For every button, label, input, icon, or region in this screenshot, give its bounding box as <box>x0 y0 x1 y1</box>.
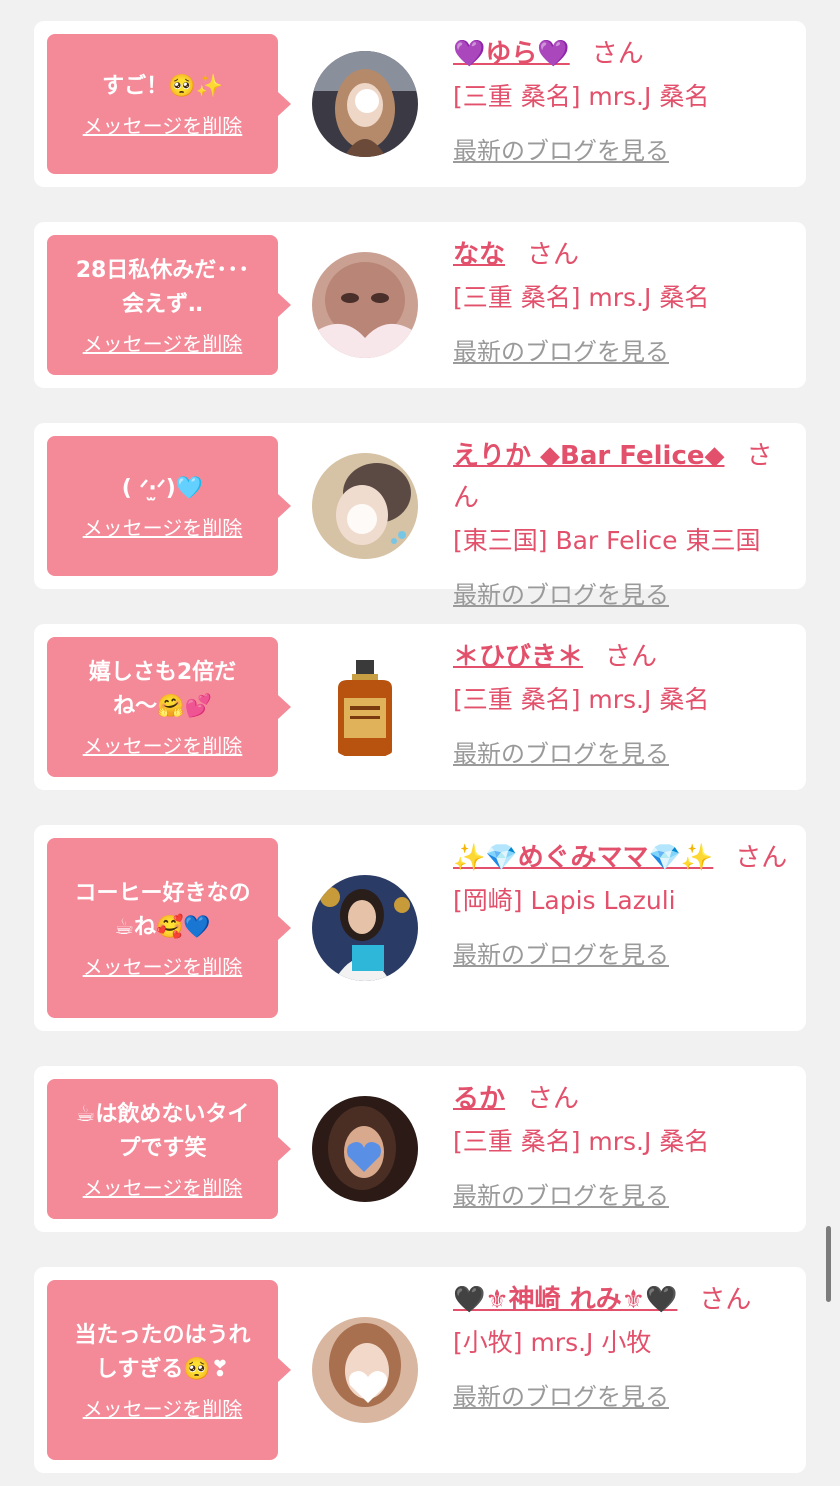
name-line: 🖤⚜神崎 れみ⚜🖤 さん <box>453 1279 790 1321</box>
delete-message-link[interactable]: メッセージを削除 <box>83 730 243 759</box>
san-label: さん <box>527 1084 580 1114</box>
delete-message-link[interactable]: メッセージを削除 <box>83 512 243 541</box>
delete-message-link[interactable]: メッセージを削除 <box>83 1172 243 1201</box>
message-text: すご！🥺✨ <box>102 73 223 99</box>
cast-info: 🖤⚜神崎 れみ⚜🖤 さん [小牧] mrs.J 小牧 最新のブログを見る <box>453 1279 790 1412</box>
message-text: 28日私休みだ･･･ 会えず‥ <box>75 257 250 317</box>
name-line: なな さん <box>453 234 790 276</box>
san-label: さん <box>699 1285 752 1315</box>
cast-name-link[interactable]: 💜ゆら💜 <box>453 39 570 69</box>
message-card: ☕は飲めないタイ プです笑 メッセージを削除 るか さん [三重 桑名] mrs.… <box>34 1066 806 1232</box>
shop-label: [岡崎] Lapis Lazuli <box>453 886 676 915</box>
shop-label: [東三国] Bar Felice 東三国 <box>453 526 761 555</box>
cast-info: ✨💎めぐみママ💎✨ さん [岡崎] Lapis Lazuli 最新のブログを見る <box>453 837 790 970</box>
delete-message-link[interactable]: メッセージを削除 <box>83 328 243 357</box>
message-card: すご！🥺✨ メッセージを削除 💜ゆら💜 さん [三重 桑名] mrs.J 桑名 最… <box>34 21 806 187</box>
whisky-bottle-icon[interactable] <box>312 654 418 760</box>
san-label: さん <box>735 843 788 873</box>
shop-label: [三重 桑名] mrs.J 桑名 <box>453 1127 710 1156</box>
latest-blog-link[interactable]: 最新のブログを見る <box>453 332 669 367</box>
shop-label: [三重 桑名] mrs.J 桑名 <box>453 283 710 312</box>
cast-info: ＊ひびき＊ さん [三重 桑名] mrs.J 桑名 最新のブログを見る <box>453 636 790 769</box>
san-label: さん <box>605 642 658 672</box>
shop-label: [小牧] mrs.J 小牧 <box>453 1328 652 1357</box>
avatar-woman-blurred-icon[interactable] <box>312 453 418 559</box>
shop-label: [三重 桑名] mrs.J 桑名 <box>453 82 710 111</box>
scrollbar-thumb[interactable] <box>826 1226 831 1302</box>
message-bubble: 嬉しさも2倍だ ね〜🤗💕 メッセージを削除 <box>47 637 278 777</box>
san-label: さん <box>527 240 580 270</box>
latest-blog-link[interactable]: 最新のブログを見る <box>453 935 669 970</box>
cast-name-link[interactable]: えりか ◆Bar Felice◆ <box>453 441 725 471</box>
message-card: 当たったのはうれ しすぎる🥺❣ メッセージを削除 🖤⚜神崎 れみ⚜🖤 さん [小牧… <box>34 1267 806 1473</box>
message-text: ☕は飲めないタイ プです笑 <box>75 1101 250 1161</box>
cast-info: 💜ゆら💜 さん [三重 桑名] mrs.J 桑名 最新のブログを見る <box>453 33 790 166</box>
latest-blog-link[interactable]: 最新のブログを見る <box>453 1176 669 1211</box>
avatar-woman-closeup-icon[interactable] <box>312 252 418 358</box>
message-bubble: すご！🥺✨ メッセージを削除 <box>47 34 278 174</box>
cast-name-link[interactable]: なな <box>453 240 505 270</box>
shop-label: [三重 桑名] mrs.J 桑名 <box>453 685 710 714</box>
message-bubble: 当たったのはうれ しすぎる🥺❣ メッセージを削除 <box>47 1280 278 1460</box>
delete-message-link[interactable]: メッセージを削除 <box>83 110 243 139</box>
cast-info: えりか ◆Bar Felice◆ さん [東三国] Bar Felice 東三国 … <box>453 435 790 610</box>
name-line: 💜ゆら💜 さん <box>453 33 790 75</box>
message-bubble: ☕は飲めないタイ プです笑 メッセージを削除 <box>47 1079 278 1219</box>
latest-blog-link[interactable]: 最新のブログを見る <box>453 131 669 166</box>
name-line: ＊ひびき＊ さん <box>453 636 790 678</box>
message-card: 嬉しさも2倍だ ね〜🤗💕 メッセージを削除 ＊ひびき＊ さん [三重 桑名] mr… <box>34 624 806 790</box>
message-card: コーヒー好きなの ☕ね🥰💙 メッセージを削除 ✨💎めぐみママ💎✨ さん [岡崎] … <box>34 825 806 1031</box>
message-card: 28日私休みだ･･･ 会えず‥ メッセージを削除 なな さん [三重 桑名] mr… <box>34 222 806 388</box>
message-card: ( ᐟ‧̫ᐟ)🩵 メッセージを削除 えりか ◆Bar Felice◆ さん [東三… <box>34 423 806 609</box>
message-text: コーヒー好きなの ☕ね🥰💙 <box>74 880 251 940</box>
avatar-woman-heart-icon[interactable] <box>312 1096 418 1202</box>
cast-name-link[interactable]: 🖤⚜神崎 れみ⚜🖤 <box>453 1285 677 1315</box>
delete-message-link[interactable]: メッセージを削除 <box>83 951 243 980</box>
cast-name-link[interactable]: ＊ひびき＊ <box>453 642 583 672</box>
name-line: えりか ◆Bar Felice◆ さん <box>453 435 790 519</box>
cast-info: るか さん [三重 桑名] mrs.J 桑名 最新のブログを見る <box>453 1078 790 1211</box>
avatar-woman-white-heart-icon[interactable] <box>312 1317 418 1423</box>
cast-info: なな さん [三重 桑名] mrs.J 桑名 最新のブログを見る <box>453 234 790 367</box>
message-text: 当たったのはうれ しすぎる🥺❣ <box>74 1322 251 1382</box>
message-bubble: 28日私休みだ･･･ 会えず‥ メッセージを削除 <box>47 235 278 375</box>
delete-message-link[interactable]: メッセージを削除 <box>83 1393 243 1422</box>
cast-name-link[interactable]: ✨💎めぐみママ💎✨ <box>453 843 713 873</box>
message-bubble: ( ᐟ‧̫ᐟ)🩵 メッセージを削除 <box>47 436 278 576</box>
latest-blog-link[interactable]: 最新のブログを見る <box>453 1377 669 1412</box>
avatar-woman-gift-icon[interactable] <box>312 875 418 981</box>
name-line: ✨💎めぐみママ💎✨ さん <box>453 837 790 879</box>
message-text: ( ᐟ‧̫ᐟ)🩵 <box>121 475 204 501</box>
cast-name-link[interactable]: るか <box>453 1084 505 1114</box>
avatar-woman-long-hair-icon[interactable] <box>312 51 418 157</box>
message-bubble: コーヒー好きなの ☕ね🥰💙 メッセージを削除 <box>47 838 278 1018</box>
name-line: るか さん <box>453 1078 790 1120</box>
message-text: 嬉しさも2倍だ ね〜🤗💕 <box>88 659 237 719</box>
latest-blog-link[interactable]: 最新のブログを見る <box>453 734 669 769</box>
latest-blog-link[interactable]: 最新のブログを見る <box>453 575 669 610</box>
san-label: さん <box>591 39 644 69</box>
